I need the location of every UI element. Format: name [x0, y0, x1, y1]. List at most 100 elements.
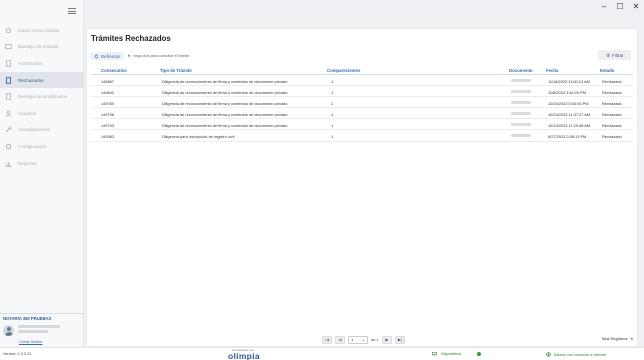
notary-title: NOTARIA 360 PRUEBAS	[3, 316, 52, 321]
column-header[interactable]: Comparecientes	[327, 68, 360, 73]
column-header[interactable]: Documento	[509, 68, 533, 73]
cell-estado: Rechazado	[602, 100, 622, 106]
cell-documento-redacted	[511, 90, 531, 94]
sidebar-item-configuracion[interactable]: Configuración	[0, 138, 84, 155]
devices-label: Dispositivos	[441, 352, 462, 356]
cell-fecha: 10/24/2023 11:37:27 AM	[548, 111, 591, 117]
cell-consecutivo: 149383	[101, 133, 114, 139]
cell-tipo: Diligencia de reconocimiento de firma y …	[162, 89, 288, 95]
devices-icon	[432, 352, 437, 356]
sidebar-item-label: Rechazados	[18, 77, 44, 83]
total-records: Total Registros : 6	[600, 336, 633, 341]
column-header[interactable]: Consecutivo	[101, 68, 127, 73]
user-icon	[5, 110, 12, 117]
connection-icon	[546, 352, 551, 357]
sidebar-item-usuarios[interactable]: Usuarios	[0, 105, 84, 122]
sidebar-item-label: Bandeja de entrada	[18, 44, 59, 50]
table-row[interactable]: 149842 Diligencia de reconocimiento de f…	[91, 86, 633, 98]
pagination: |◀ ◀ 1 ⌄ de 1 ▶ ▶|	[322, 335, 408, 344]
sidebar-item-reportes[interactable]: Reportes	[0, 155, 84, 172]
sidebar-item-label: Configuración	[18, 143, 47, 149]
cell-comparecientes: 1	[331, 100, 334, 106]
sidebar-item-bandeja-entrada[interactable]: Bandeja de entrada	[0, 39, 84, 56]
cell-comparecientes: 1	[331, 89, 334, 95]
hint-label: Haga click para consultar el trámite	[133, 54, 190, 58]
sidebar-item-iniciar[interactable]: Iniciar nuevo trámite	[0, 22, 84, 39]
column-header[interactable]: Tipo de Trámite	[160, 68, 192, 73]
table-row[interactable]: 149887 Diligencia de reconocimiento de f…	[91, 75, 633, 87]
prev-page-button[interactable]: ◀	[335, 335, 345, 344]
sidebar-item-label: Usuarios	[18, 110, 37, 116]
maximize-button[interactable]: ☐	[612, 0, 628, 14]
refresh-button[interactable]: Refrescar	[90, 52, 125, 60]
next-page-button[interactable]: ▶	[381, 335, 392, 344]
cell-estado: Rechazado	[602, 133, 622, 139]
document-icon	[5, 60, 12, 67]
results-table: Consecutivo Tipo de Trámite Comparecient…	[91, 67, 633, 142]
cell-estado: Rechazado	[602, 78, 622, 84]
cell-fecha: 11/16/2023 11:00:13 AM	[548, 78, 590, 84]
wrench-icon	[5, 126, 12, 133]
cell-documento-redacted	[511, 134, 531, 138]
status-bar: Versión: 1.0.0.22 Desarrollado por: olim…	[0, 347, 644, 360]
cell-fecha: 10/24/2023 11:29:48 AM	[548, 122, 591, 128]
column-header[interactable]: Fecha	[546, 68, 558, 73]
last-page-button[interactable]: ▶|	[394, 335, 405, 344]
cell-comparecientes: 1	[331, 78, 334, 84]
logout-link[interactable]: Cerrar Sesión	[19, 340, 42, 344]
cell-tipo: Diligencia de reconocimiento de firma y …	[162, 78, 288, 84]
main-panel: Trámites Rechazados Refrescar Haga click…	[87, 29, 637, 346]
page-select-value: 1	[351, 337, 354, 342]
document-icon	[5, 93, 12, 100]
status-dot-icon	[477, 352, 482, 356]
cell-documento-redacted	[511, 123, 531, 127]
cell-documento-redacted	[511, 79, 531, 82]
sidebar-item-autorizados[interactable]: Autorizados	[0, 55, 84, 72]
table-header: Consecutivo Tipo de Trámite Comparecient…	[91, 67, 633, 75]
cell-documento-redacted	[511, 101, 531, 105]
cell-estado: Rechazado	[602, 111, 622, 117]
devices-status[interactable]: Dispositivos	[432, 352, 482, 356]
user-name-redacted	[18, 325, 60, 328]
cell-consecutivo: 149756	[101, 111, 114, 117]
table-row[interactable]: 149760 Diligencia de reconocimiento de f…	[91, 97, 633, 109]
page-title: Trámites Rechazados	[91, 34, 171, 43]
filter-button[interactable]: Filtrar	[598, 50, 631, 60]
cell-estado: Rechazado	[602, 122, 622, 128]
refresh-icon	[94, 53, 99, 58]
chevron-down-icon: ⌄	[361, 337, 365, 342]
page-of-label: de 1	[371, 337, 379, 342]
sidebar-nav: Iniciar nuevo trámite Bandeja de entrada…	[0, 22, 84, 171]
sidebar-item-rechazados[interactable]: Rechazados	[0, 71, 84, 89]
cell-tipo: Diligencia de reconocimiento de firma y …	[162, 111, 288, 117]
cell-fecha: 10/24/2023 5:03:53 PM	[548, 100, 589, 106]
cell-consecutivo: 149753	[101, 122, 114, 128]
page-select[interactable]: 1 ⌄	[348, 335, 368, 344]
hamburger-menu-icon[interactable]	[68, 8, 76, 14]
first-page-button[interactable]: |◀	[322, 335, 332, 344]
sidebar-item-label: Actualizaciones	[18, 127, 50, 133]
table-row[interactable]: 149753 Diligencia de reconocimiento de f…	[91, 119, 633, 131]
sidebar-item-actualizaciones[interactable]: Actualizaciones	[0, 122, 84, 139]
inbox-icon	[5, 43, 12, 50]
close-button[interactable]: ✕	[628, 0, 644, 14]
pointer-icon	[128, 54, 131, 58]
connection-status: Estado con conexión a internet	[546, 352, 606, 357]
sidebar-item-modificados[interactable]: Bandeja de Modificados	[0, 88, 84, 105]
version-label: Versión: 1.0.0.22	[3, 352, 32, 356]
cell-tipo: Diligencia de reconocimiento de firma y …	[162, 122, 288, 128]
sidebar-item-label: Reportes	[18, 160, 37, 166]
minimize-button[interactable]: –	[596, 0, 612, 14]
connection-label: Estado con conexión a internet	[554, 352, 607, 357]
table-row[interactable]: 149756 Diligencia de reconocimiento de f…	[91, 108, 633, 120]
sidebar-item-label: Iniciar nuevo trámite	[18, 27, 60, 33]
user-email-redacted	[18, 330, 48, 333]
gear-icon	[5, 27, 12, 34]
cell-tipo: Diligencia para Inscripción de registro …	[162, 133, 235, 139]
cell-consecutivo: 149760	[101, 100, 114, 106]
cell-comparecientes: 1	[331, 122, 334, 128]
filter-label: Filtrar	[612, 52, 624, 58]
table-row[interactable]: 149383 Diligencia para Inscripción de re…	[91, 130, 633, 142]
column-header[interactable]: Estado	[600, 68, 614, 73]
gear-icon	[5, 143, 12, 150]
